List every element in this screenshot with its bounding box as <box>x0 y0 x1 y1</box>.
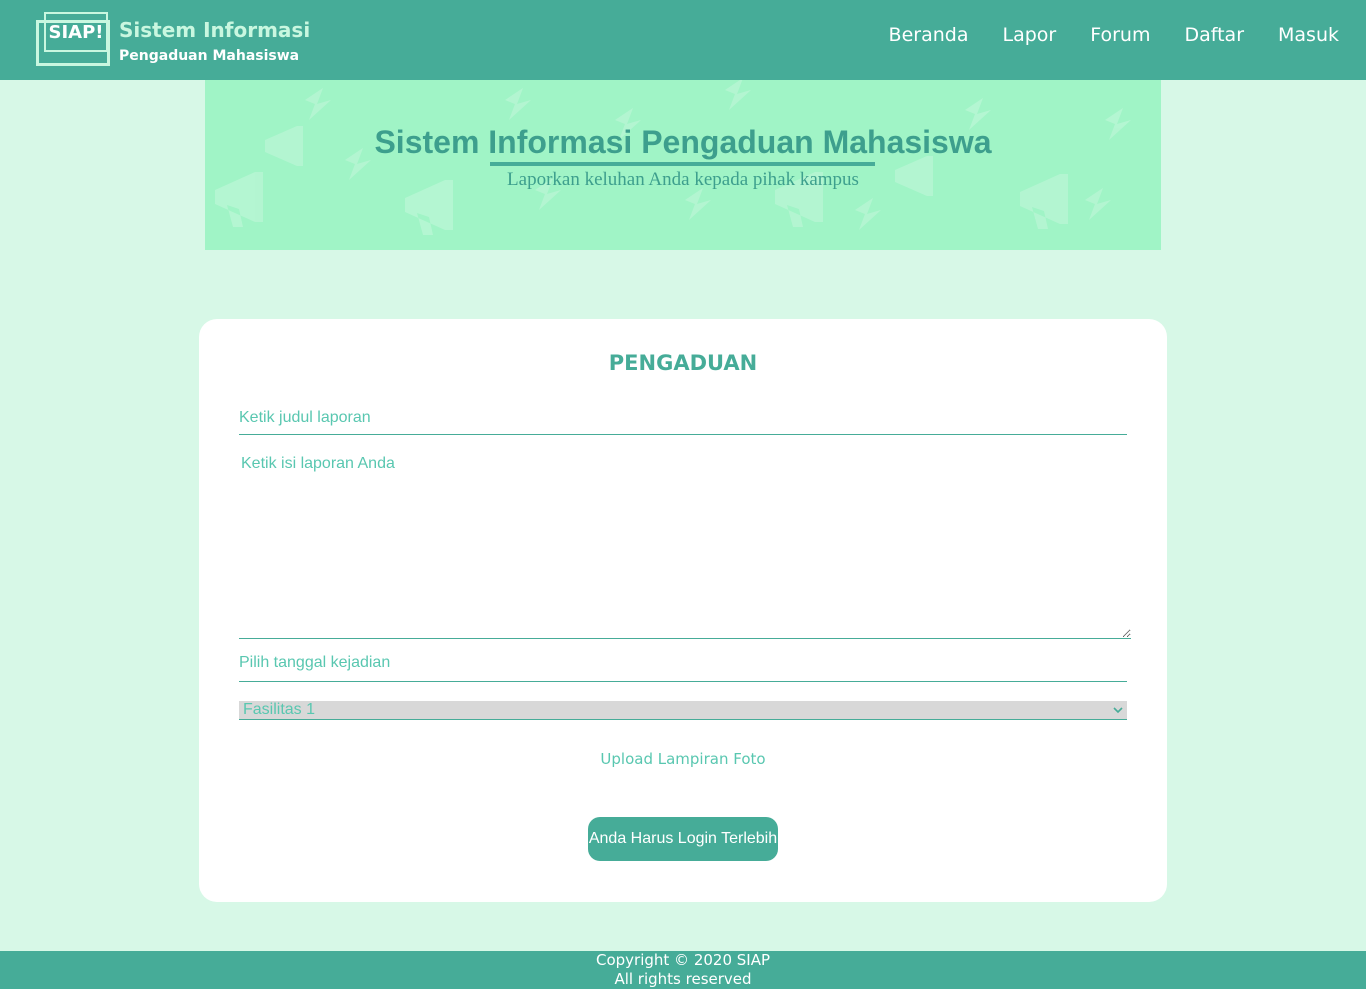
complaint-form-card: PENGADUAN Fasilitas 1 Upload Lampiran Fo… <box>199 319 1167 902</box>
upload-photo-link[interactable]: Upload Lampiran Foto <box>199 750 1167 768</box>
report-body-textarea[interactable] <box>239 449 1131 639</box>
footer: Copyright © 2020 SIAP All rights reserve… <box>0 951 1366 989</box>
incident-date-input[interactable] <box>239 645 1127 682</box>
logo-title: Sistem Informasi <box>119 18 311 42</box>
logo-mark: SIAP! <box>44 12 108 52</box>
nav-link-daftar[interactable]: Daftar <box>1184 24 1244 46</box>
nav-link-masuk[interactable]: Masuk <box>1278 24 1339 46</box>
nav-link-lapor[interactable]: Lapor <box>1002 24 1056 46</box>
category-select-value: Fasilitas 1 <box>243 701 316 718</box>
site-logo[interactable]: SIAP! Sistem Informasi Pengaduan Mahasis… <box>36 6 310 76</box>
main-nav: Beranda Lapor Forum Daftar Masuk <box>889 24 1339 46</box>
report-title-input[interactable] <box>239 401 1127 435</box>
banner-title: Sistem Informasi Pengaduan Mahasiswa <box>374 124 992 160</box>
footer-copyright: Copyright © 2020 SIAP <box>595 951 771 969</box>
category-select[interactable]: Fasilitas 1 <box>239 701 1127 720</box>
chevron-down-icon <box>1113 707 1123 714</box>
hero-banner: Sistem Informasi Pengaduan Mahasiswa Lap… <box>205 80 1161 250</box>
navbar: SIAP! Sistem Informasi Pengaduan Mahasis… <box>0 0 1366 80</box>
footer-rights: All rights reserved <box>614 970 752 988</box>
login-required-button[interactable]: Anda Harus Login Terlebih <box>588 817 778 861</box>
form-title: PENGADUAN <box>608 351 758 375</box>
banner-subtitle: Laporkan keluhan Anda kepada pihak kampu… <box>507 169 859 190</box>
nav-link-forum[interactable]: Forum <box>1090 24 1150 46</box>
nav-link-beranda[interactable]: Beranda <box>889 24 969 46</box>
banner-underline <box>490 162 875 166</box>
logo-subtitle: Pengaduan Mahasiswa <box>119 48 300 64</box>
